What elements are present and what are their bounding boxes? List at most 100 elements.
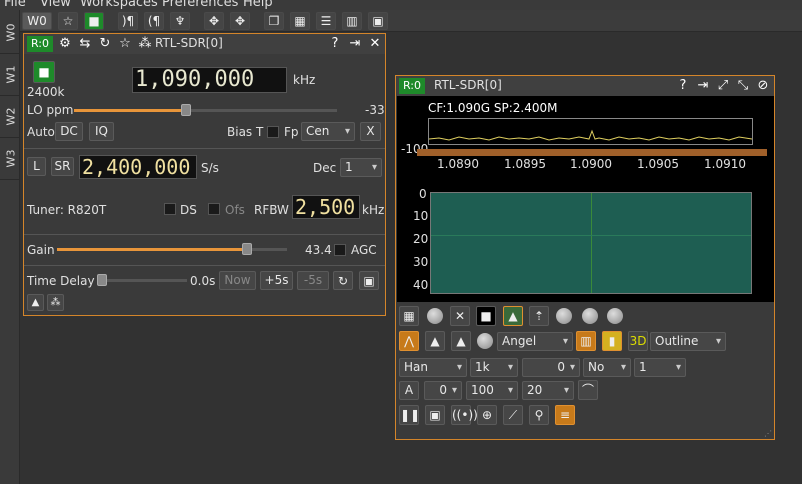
window-fn-select[interactable]: Han: [399, 358, 467, 377]
l-button[interactable]: L: [27, 157, 46, 176]
device-icon[interactable]: ⁂: [137, 36, 153, 52]
workspace-label[interactable]: W0: [22, 12, 52, 30]
dc-button[interactable]: DC: [55, 122, 83, 141]
menu-workspaces[interactable]: Workspaces: [80, 0, 158, 10]
pause-icon[interactable]: ❚❚: [399, 405, 420, 425]
ds-checkbox[interactable]: [164, 203, 176, 215]
help-icon[interactable]: ?: [327, 36, 343, 52]
crosshair-icon[interactable]: ⊕: [477, 405, 497, 425]
x-button[interactable]: X: [360, 122, 381, 141]
sample-rate-display[interactable]: 2,400,000: [79, 155, 197, 179]
stop-icon[interactable]: ■: [84, 12, 104, 30]
averaging-mode-select[interactable]: No: [583, 358, 631, 377]
tx-antenna-icon[interactable]: (¶: [144, 12, 164, 30]
knob-3[interactable]: [607, 308, 623, 324]
averaging-select[interactable]: 20: [522, 381, 574, 400]
help-icon[interactable]: ?: [675, 78, 691, 94]
knob-1[interactable]: [556, 308, 572, 324]
window-icon[interactable]: ▣: [368, 12, 388, 30]
tab-w1[interactable]: W1: [0, 56, 20, 96]
broadcast-icon[interactable]: ((•)): [451, 405, 478, 425]
plus5-button[interactable]: +5s: [260, 271, 293, 290]
features-icon[interactable]: ✥: [204, 12, 224, 30]
max-hold-icon[interactable]: ▲: [451, 331, 471, 351]
ruler-icon[interactable]: ⟋: [503, 405, 523, 425]
ofs-checkbox[interactable]: [208, 203, 220, 215]
save-icon[interactable]: ▣: [359, 271, 379, 290]
peak-hold-icon[interactable]: ⇡: [529, 306, 549, 326]
menu-preferences[interactable]: Preferences: [162, 0, 238, 10]
time-delay-slider[interactable]: [99, 279, 187, 282]
frequency-display[interactable]: 1,090,000: [132, 67, 287, 93]
grid-icon[interactable]: ▦: [399, 306, 419, 326]
tab-w0[interactable]: W0: [0, 14, 20, 54]
tab-w2[interactable]: W2: [0, 98, 20, 138]
averaging-count-select[interactable]: 1: [634, 358, 686, 377]
spectrum-plot[interactable]: CF:1.090G SP:2.400M -100 1.0890 1.0895 1…: [397, 96, 774, 302]
sr-button[interactable]: SR: [51, 157, 74, 176]
fp-select[interactable]: Cen: [301, 122, 355, 141]
3d-icon[interactable]: 3D: [628, 331, 648, 351]
star-icon[interactable]: ☆: [117, 36, 133, 52]
reload-icon[interactable]: ↻: [97, 36, 113, 52]
knob-2[interactable]: [582, 308, 598, 324]
spectrum-icon[interactable]: ▲: [27, 294, 44, 311]
fft-size-select[interactable]: 1k: [470, 358, 518, 377]
network-icon[interactable]: ⁂: [47, 294, 64, 311]
auto-scale-button[interactable]: A: [399, 381, 419, 400]
range-spin[interactable]: 100: [466, 381, 518, 400]
histogram-knob[interactable]: [477, 333, 493, 349]
columns-icon[interactable]: ▥: [342, 12, 362, 30]
wrench-icon[interactable]: ✥: [230, 12, 250, 30]
curve-icon[interactable]: ⌒: [578, 380, 598, 400]
time-delay-knob[interactable]: [97, 274, 107, 286]
start-stop-button[interactable]: ■: [33, 61, 55, 83]
bias-t-checkbox[interactable]: [267, 126, 279, 138]
minus5-button[interactable]: -5s: [297, 271, 329, 290]
agc-checkbox[interactable]: [334, 244, 346, 256]
ref-level-spin[interactable]: 0: [424, 381, 462, 400]
stack-icon[interactable]: ☰: [316, 12, 336, 30]
now-button[interactable]: Now: [219, 271, 256, 290]
gain-knob[interactable]: [242, 243, 252, 255]
tile-icon[interactable]: ▦: [290, 12, 310, 30]
settings-icon[interactable]: ⚙: [57, 36, 73, 52]
rfbw-display[interactable]: 2,500: [292, 195, 360, 219]
sync-icon[interactable]: ↻: [333, 271, 353, 290]
menu-help[interactable]: Help: [243, 0, 273, 10]
overlap-spin[interactable]: 0: [522, 358, 580, 377]
fullscreen-icon[interactable]: ⤡: [735, 78, 751, 94]
palette-select[interactable]: Angel: [497, 332, 573, 351]
close-icon[interactable]: ✕: [367, 36, 383, 52]
clear-icon[interactable]: ✕: [450, 306, 470, 326]
colormap-icon[interactable]: ▮: [602, 331, 622, 351]
iq-button[interactable]: IQ: [89, 122, 114, 141]
menu-icon[interactable]: ≡: [555, 405, 575, 425]
spectrum-toggle-icon[interactable]: ⋀: [399, 331, 419, 351]
maximize-icon[interactable]: ⤢: [715, 78, 731, 94]
lo-ppm-knob[interactable]: [181, 104, 191, 116]
grid-intensity-knob[interactable]: [427, 308, 443, 324]
cascade-icon[interactable]: ❐: [264, 12, 284, 30]
gradient-icon[interactable]: ▲: [503, 306, 523, 326]
markers-icon[interactable]: ⚲: [529, 405, 549, 425]
tab-w3[interactable]: W3: [0, 140, 20, 180]
fill-color-icon[interactable]: ■: [476, 306, 496, 326]
swap-icon[interactable]: ⇆: [77, 36, 93, 52]
hide-icon[interactable]: ⊘: [755, 78, 771, 94]
star-icon[interactable]: ☆: [58, 12, 78, 30]
fp-label: Fp: [284, 125, 299, 139]
outline-select[interactable]: Outline: [650, 332, 726, 351]
resize-grip-icon[interactable]: ⋰: [764, 429, 772, 438]
dec-select[interactable]: 1: [340, 158, 382, 177]
auto-label: Auto: [27, 125, 55, 139]
menu-view[interactable]: View: [40, 0, 71, 10]
waterfall-icon[interactable]: ▥: [576, 331, 596, 351]
undock-icon[interactable]: ⇥: [347, 36, 363, 52]
menu-file[interactable]: File: [4, 0, 26, 10]
save-icon[interactable]: ▣: [425, 405, 445, 425]
rx-antenna-icon[interactable]: )¶: [118, 12, 138, 30]
undock-icon[interactable]: ⇥: [695, 78, 711, 94]
histogram-icon[interactable]: ▲: [425, 331, 445, 351]
mimo-antenna-icon[interactable]: ♆: [170, 12, 190, 30]
